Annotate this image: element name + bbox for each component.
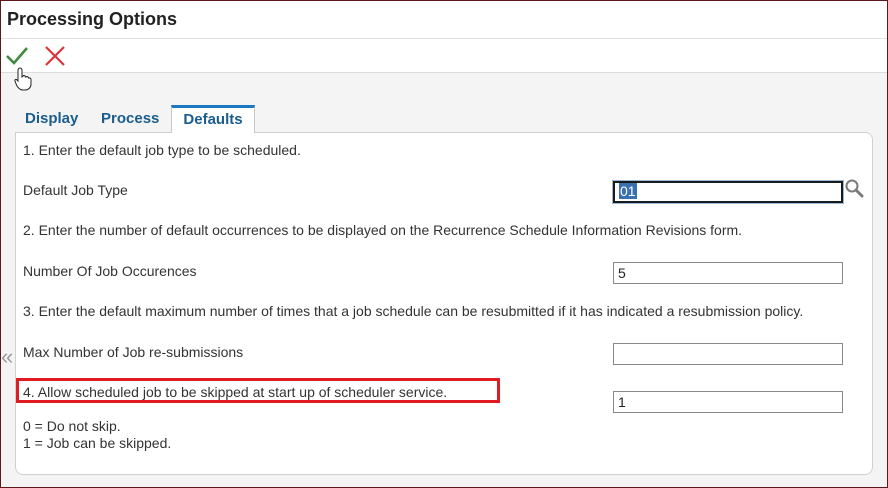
default-job-type-label: Default Job Type [23,182,128,198]
defaults-panel: 1. Enter the default job type to be sche… [15,132,873,475]
title-bar: Processing Options [1,1,887,39]
max-resubmissions-input[interactable] [613,343,843,365]
collapse-panel-icon[interactable]: « [1,344,15,370]
skip-job-input[interactable]: 1 [613,391,843,413]
hand-cursor-icon [14,67,32,91]
q1-instruction: 1. Enter the default job type to be sche… [23,142,301,158]
default-job-type-input[interactable]: 01 [613,181,843,203]
default-job-type-value: 01 [619,183,637,199]
option-do-not-skip: 0 = Do not skip. [23,418,121,434]
cancel-button[interactable] [42,43,68,69]
option-can-be-skipped: 1 = Job can be skipped. [23,435,172,451]
max-resubmissions-label: Max Number of Job re-submissions [23,344,244,360]
search-icon[interactable] [844,178,864,198]
checkmark-icon [6,47,28,65]
job-occurrences-label: Number Of Job Occurences [23,263,197,279]
close-x-icon [45,46,65,66]
tab-defaults[interactable]: Defaults [171,105,255,133]
q4-instruction: 4. Allow scheduled job to be skipped at … [23,384,448,400]
ok-button[interactable] [4,43,30,69]
tab-display[interactable]: Display [25,105,78,131]
q2-instruction: 2. Enter the number of default occurrenc… [23,222,743,238]
job-occurrences-input[interactable]: 5 [613,262,843,284]
tab-process[interactable]: Process [101,105,159,131]
q3-instruction: 3. Enter the default maximum number of t… [23,303,804,319]
processing-options-window: Processing Options Display Process Defau… [0,0,888,488]
toolbar [1,39,887,73]
window-title: Processing Options [7,9,178,29]
